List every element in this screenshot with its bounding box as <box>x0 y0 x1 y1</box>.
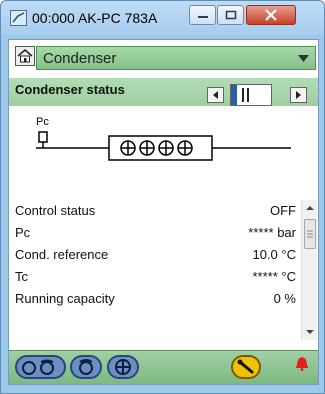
device-selector-row: Condenser <box>9 40 318 76</box>
close-icon <box>265 9 277 21</box>
previous-page-button[interactable] <box>207 87 224 103</box>
dropdown-selected-value: Condenser <box>43 50 117 67</box>
maximize-icon <box>225 10 236 20</box>
app-window: 00:000 AK-PC 783A Condenser Condenser st… <box>0 0 325 394</box>
status-row-tc[interactable]: Tc ***** °C <box>9 265 299 289</box>
next-page-button[interactable] <box>290 87 307 103</box>
scroll-up-icon[interactable] <box>302 200 318 216</box>
status-list: Control status OFF Pc ***** bar Cond. re… <box>9 199 299 349</box>
compressor-button[interactable] <box>15 355 66 379</box>
minimize-button[interactable] <box>189 5 216 25</box>
compressor-icon <box>22 359 54 375</box>
status-label: Running capacity <box>15 291 115 306</box>
scroll-thumb[interactable] <box>304 219 316 249</box>
status-value: ***** bar <box>248 225 296 240</box>
grip-icon <box>307 230 313 238</box>
status-value: 10.0 °C <box>252 247 296 262</box>
diagram-lines <box>36 131 291 161</box>
condenser-button[interactable] <box>70 355 102 379</box>
status-label: Control status <box>15 203 96 218</box>
fan-button[interactable] <box>107 355 139 379</box>
status-value: 0 % <box>273 291 296 306</box>
section-header: Condenser status <box>9 78 318 106</box>
section-title: Condenser status <box>15 82 125 97</box>
pressure-sensor-icon <box>38 131 48 148</box>
home-icon <box>17 49 33 63</box>
status-value: ***** °C <box>252 269 297 284</box>
chevron-left-icon <box>213 91 218 99</box>
wrench-icon <box>237 359 254 374</box>
status-row-running-capacity[interactable]: Running capacity 0 % <box>9 287 299 311</box>
chevron-down-icon <box>298 55 309 62</box>
status-scrollbar[interactable] <box>301 200 317 340</box>
status-row-cond-reference[interactable]: Cond. reference 10.0 °C <box>9 243 299 267</box>
window-title: 00:000 AK-PC 783A <box>32 10 158 26</box>
device-dropdown[interactable]: Condenser <box>36 46 316 70</box>
bottom-toolbar <box>9 350 318 384</box>
chevron-right-icon <box>296 91 301 99</box>
condenser-icon <box>79 359 93 375</box>
condenser-diagram: Pc <box>9 110 318 190</box>
service-button[interactable] <box>231 355 261 379</box>
close-button[interactable] <box>246 5 296 25</box>
page-bars-icon <box>242 88 249 102</box>
status-value: OFF <box>270 203 296 218</box>
client-area: Condenser Condenser status Pc Control st… <box>8 39 319 385</box>
home-button[interactable] <box>15 46 35 66</box>
maximize-button[interactable] <box>217 5 244 25</box>
title-bar[interactable]: 00:000 AK-PC 783A <box>1 1 324 35</box>
status-row-control-status[interactable]: Control status OFF <box>9 199 299 223</box>
scroll-down-icon[interactable] <box>302 324 318 340</box>
page-indicator <box>230 84 272 106</box>
status-row-pc[interactable]: Pc ***** bar <box>9 221 299 245</box>
alarm-bell-icon[interactable] <box>294 353 310 371</box>
status-label: Pc <box>15 225 31 240</box>
fan-icon <box>115 359 131 375</box>
minimize-icon <box>197 16 208 18</box>
status-label: Tc <box>15 269 28 284</box>
status-label: Cond. reference <box>15 247 109 262</box>
gauge-icon <box>10 10 27 26</box>
